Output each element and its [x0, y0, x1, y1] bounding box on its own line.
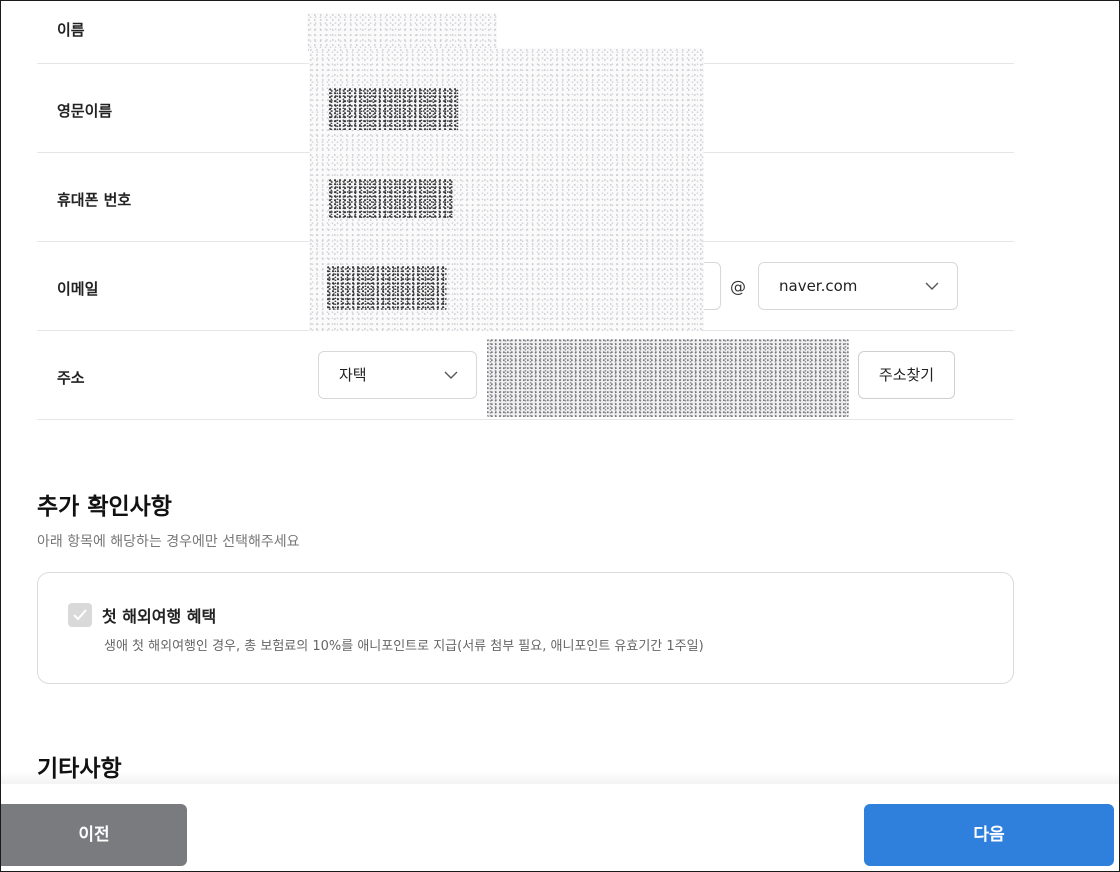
check-icon — [73, 609, 87, 621]
first-trip-description: 생애 첫 해외여행인 경우, 총 보험료의 10%를 애니포인트로 지급(서류 … — [104, 639, 704, 654]
address-value-redacted — [487, 339, 849, 417]
at-sign: @ — [730, 277, 746, 296]
address-search-button[interactable]: 주소찾기 — [858, 351, 955, 399]
footer-bar: 이전 다음 — [1, 784, 1119, 871]
english-name-value-redacted — [329, 88, 459, 130]
address-type-select[interactable]: 자택 — [318, 351, 477, 399]
footer-shadow — [1, 771, 1119, 785]
additional-section-title: 추가 확인사항 — [37, 494, 172, 520]
next-button[interactable]: 다음 — [864, 804, 1114, 866]
email-domain-select[interactable]: naver.com — [758, 262, 958, 310]
first-trip-checkbox[interactable] — [68, 603, 92, 627]
first-trip-label: 첫 해외여행 혜택 — [102, 607, 217, 626]
chevron-down-icon — [925, 282, 939, 290]
chevron-down-icon — [444, 371, 458, 379]
email-domain-value: naver.com — [779, 277, 858, 295]
address-row: 주소 자택 주소찾기 — [37, 331, 1014, 420]
phone-label: 휴대폰 번호 — [57, 191, 132, 209]
phone-row: 휴대폰 번호 — [37, 153, 1014, 242]
prev-button[interactable]: 이전 — [1, 804, 187, 866]
email-id-redacted — [327, 266, 447, 310]
name-value-redacted — [307, 13, 497, 51]
english-name-row: 영문이름 — [37, 48, 1014, 153]
address-type-value: 자택 — [339, 366, 367, 384]
page-frame: 이름 영문이름 휴대폰 번호 이메일 @ naver.com 주소 자택 주소찾… — [0, 0, 1120, 872]
email-label: 이메일 — [57, 280, 99, 298]
first-trip-benefit-card: 첫 해외여행 혜택 생애 첫 해외여행인 경우, 총 보험료의 10%를 애니포… — [37, 572, 1014, 684]
address-label: 주소 — [57, 369, 85, 387]
english-name-label: 영문이름 — [57, 102, 113, 120]
phone-value-redacted — [329, 179, 454, 219]
name-label: 이름 — [57, 21, 85, 39]
email-row: 이메일 @ naver.com — [37, 242, 1014, 331]
additional-section-subtitle: 아래 항목에 해당하는 경우에만 선택해주세요 — [37, 534, 300, 550]
applicant-form: 이름 영문이름 휴대폰 번호 이메일 @ naver.com 주소 자택 주소찾… — [37, 1, 1014, 420]
